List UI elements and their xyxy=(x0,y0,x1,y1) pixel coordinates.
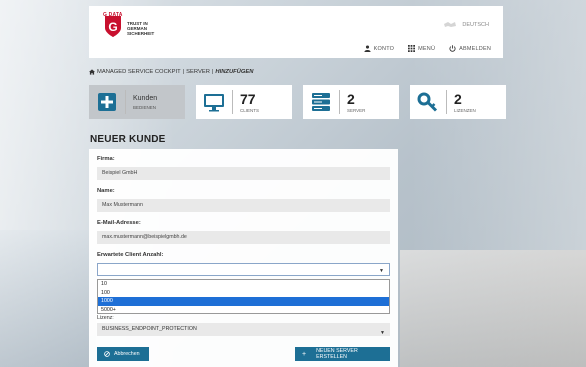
name-field[interactable]: Max Mustermann xyxy=(97,199,390,212)
dropdown-option[interactable]: 100 xyxy=(98,289,389,298)
tile-licenses-count: 2 xyxy=(454,90,462,107)
create-server-label: NEUEN SERVER ERSTELLEN xyxy=(316,348,358,360)
tile-clients-label: CLIENTS xyxy=(240,107,260,113)
key-icon xyxy=(417,92,438,112)
license-value: BUSINESS_ENDPOINT_PROTECTION xyxy=(102,326,197,332)
company-label: Firma: xyxy=(97,156,115,162)
logout-link[interactable]: ABMELDEN xyxy=(449,45,491,52)
tile-server[interactable]: 2 SERVER xyxy=(303,85,399,119)
breadcrumb-separator: | xyxy=(211,69,214,75)
dropdown-option[interactable]: 5000+ xyxy=(98,306,389,315)
license-label: Lizenz: xyxy=(97,315,114,321)
brand-tagline: TRUST IN GERMAN SICHERHEIT xyxy=(127,21,155,36)
tile-server-count: 2 xyxy=(347,90,355,107)
brand-name: G DATA xyxy=(103,12,123,18)
language-switcher[interactable]: DEUTSCH xyxy=(442,20,489,29)
home-icon[interactable] xyxy=(89,69,95,75)
tile-clients[interactable]: 77 CLIENTS xyxy=(196,85,292,119)
caret-down-icon: ▼ xyxy=(379,268,384,274)
tile-divider xyxy=(232,90,233,114)
company-field[interactable]: Beispiel GmbH xyxy=(97,167,390,180)
menu-label: MENÜ xyxy=(418,45,436,52)
email-label: E-Mail-Adresse: xyxy=(97,220,141,226)
breadcrumb-item-cockpit[interactable]: MANAGED SERVICE COCKPIT xyxy=(97,69,181,75)
breadcrumb-separator: | xyxy=(182,69,185,75)
account-label: KONTO xyxy=(373,45,395,52)
tile-clients-count: 77 xyxy=(240,90,256,107)
flag-icon xyxy=(444,22,457,27)
cancel-icon xyxy=(104,351,110,357)
name-label: Name: xyxy=(97,188,115,194)
tile-licenses-label: LIZENZEN xyxy=(454,107,476,113)
tile-customers-sub: BEDIENEN xyxy=(133,104,157,110)
menu-link[interactable]: MENÜ xyxy=(408,45,435,52)
breadcrumb: MANAGED SERVICE COCKPIT | SERVER | HINZU… xyxy=(89,69,253,75)
account-link[interactable]: KONTO xyxy=(364,45,394,52)
tile-divider xyxy=(339,90,340,114)
create-server-button[interactable]: + NEUEN SERVER ERSTELLEN xyxy=(295,347,390,361)
grid-icon xyxy=(408,45,416,52)
monitor-icon xyxy=(204,94,224,112)
email-field[interactable]: max.mustermann@beispielgmbh.de xyxy=(97,231,390,244)
license-select[interactable]: BUSINESS_ENDPOINT_PROTECTION ▼ xyxy=(97,323,390,336)
cancel-label: Abbrechen xyxy=(114,351,140,357)
caret-down-icon: ▼ xyxy=(380,330,385,336)
cancel-button[interactable]: Abbrechen xyxy=(97,347,149,361)
breadcrumb-item-server[interactable]: SERVER xyxy=(186,69,210,75)
tile-customers-title: Kunden xyxy=(133,94,158,102)
header-nav: KONTO MENÜ ABMELDEN xyxy=(364,45,491,52)
dropdown-option[interactable]: 10 xyxy=(98,280,389,289)
logout-label: ABMELDEN xyxy=(459,45,491,52)
page-title: NEUER KUNDE xyxy=(90,134,166,145)
header: G G DATA TRUST IN GERMAN SICHERHEIT DEUT… xyxy=(89,6,503,58)
add-icon xyxy=(98,93,116,111)
tile-licenses[interactable]: 2 LIZENZEN xyxy=(410,85,506,119)
tile-divider xyxy=(446,90,447,114)
client-count-dropdown: 10 100 1000 5000+ xyxy=(97,279,390,314)
plus-icon: + xyxy=(302,350,307,358)
client-count-select[interactable]: ▼ xyxy=(97,263,390,276)
tile-server-label: SERVER xyxy=(347,107,366,113)
user-icon xyxy=(364,45,371,52)
client-count-label: Erwartete Client Anzahl: xyxy=(97,252,164,258)
power-icon xyxy=(449,45,456,52)
svg-text:G: G xyxy=(108,20,117,34)
tile-customers[interactable]: Kunden BEDIENEN xyxy=(89,85,185,119)
tile-divider xyxy=(125,90,126,114)
new-customer-form: Firma: Beispiel GmbH Name: Max Musterman… xyxy=(89,149,398,367)
dropdown-option[interactable]: 1000 xyxy=(98,297,389,306)
language-label: DEUTSCH xyxy=(462,21,489,28)
server-icon xyxy=(312,93,330,111)
breadcrumb-current: HINZUFÜGEN xyxy=(215,69,254,75)
